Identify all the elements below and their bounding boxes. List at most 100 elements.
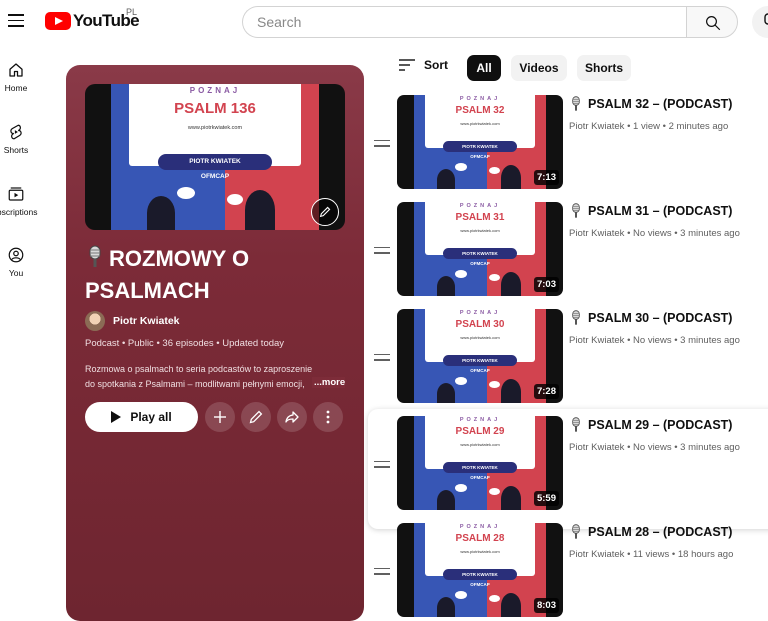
play-icon [111,411,122,423]
video-duration: 8:03 [533,598,559,613]
playlist-title-text: ROZMOWY O PSALMACH [85,246,250,303]
drag-handle-icon[interactable] [374,247,390,255]
thumb-pill: PIOTR KWIATEK [443,569,517,580]
edit-thumbnail-button[interactable] [311,198,339,226]
video-row[interactable]: POZNAJ PSALM 31 www.piotrkwiatek.com PIO… [368,202,768,306]
more-vert-icon [326,410,330,424]
thumb-psalm: PSALM 31 [455,212,505,223]
home-icon [9,63,23,77]
video-row[interactable]: POZNAJ PSALM 32 www.piotrkwiatek.com PIO… [368,95,768,199]
owner-name: Piotr Kwiatek [113,315,180,327]
video-title-text: PSALM 28 – (PODCAST) [588,525,733,539]
video-row[interactable]: POZNAJ PSALM 29 www.piotrkwiatek.com PIO… [368,409,768,529]
thumb-poznaj: POZNAJ [189,86,241,95]
video-title[interactable]: PSALM 30 – (PODCAST) [569,310,732,326]
video-meta: Piotr Kwiatek • 1 view • 2 minutes ago [569,121,729,132]
voice-search-button[interactable] [752,6,768,38]
top-bar: YouTube PL Search [0,0,768,44]
sort-button[interactable]: Sort [398,58,448,72]
video-title[interactable]: PSALM 31 – (PODCAST) [569,203,732,219]
search-input[interactable]: Search [242,6,687,38]
rail-item-subscriptions[interactable]: Subscriptions [0,185,44,217]
thumb-url: www.piotrkwiatek.com [460,228,500,233]
thumb-psalm: PSALM 32 [455,105,505,116]
rail-item-home[interactable]: Home [0,61,32,93]
video-duration: 7:28 [533,384,559,399]
rail-item-you[interactable]: You [0,246,32,278]
youtube-logo[interactable]: YouTube PL [45,7,140,31]
thumb-ofm: OFMCAP [470,475,490,480]
playlist-thumbnail[interactable]: POZNAJ PSALM 136 www.piotrkwiatek.com PI… [85,84,345,230]
drag-handle-icon[interactable] [374,568,390,576]
thumb-poznaj: POZNAJ [459,203,501,209]
video-meta: Piotr Kwiatek • No views • 3 minutes ago [569,228,740,239]
thumb-url: www.piotrkwiatek.com [460,335,500,340]
thumb-url: www.piotrkwiatek.com [460,121,500,126]
youtube-play-icon [45,12,71,30]
sort-icon [399,59,415,71]
thumb-poznaj: POZNAJ [459,417,501,423]
thumb-pill: PIOTR KWIATEK [443,248,517,259]
playlist-owner[interactable]: Piotr Kwiatek [85,311,180,331]
thumb-pill: PIOTR KWIATEK [443,355,517,366]
play-all-button[interactable]: Play all [85,402,198,432]
chip-videos[interactable]: Videos [511,55,567,81]
thumb-poznaj: POZNAJ [459,524,501,530]
video-row[interactable]: POZNAJ PSALM 30 www.piotrkwiatek.com PIO… [368,309,768,413]
menu-icon[interactable] [6,10,26,30]
thumb-poznaj: POZNAJ [459,96,501,102]
video-duration: 7:03 [533,277,559,292]
drag-handle-icon[interactable] [374,354,390,362]
video-meta: Piotr Kwiatek • No views • 3 minutes ago [569,442,740,453]
video-thumbnail[interactable]: POZNAJ PSALM 29 www.piotrkwiatek.com PIO… [397,416,563,510]
rail-label-you: You [8,268,24,278]
thumb-psalm: PSALM 29 [455,426,505,437]
edit-button[interactable] [241,402,271,432]
drag-handle-icon[interactable] [374,461,390,469]
search-button[interactable] [686,6,738,38]
thumb-ofm: OFMCAP [200,173,230,180]
video-thumbnail[interactable]: POZNAJ PSALM 31 www.piotrkwiatek.com PIO… [397,202,563,296]
video-thumbnail[interactable]: POZNAJ PSALM 28 www.piotrkwiatek.com PIO… [397,523,563,617]
video-title-text: PSALM 29 – (PODCAST) [588,418,733,432]
thumb-url: www.piotrkwiatek.com [187,125,243,131]
video-thumbnail[interactable]: POZNAJ PSALM 32 www.piotrkwiatek.com PIO… [397,95,563,189]
search-icon [706,16,721,31]
video-title-text: PSALM 30 – (PODCAST) [588,311,733,325]
playlist-header-panel: POZNAJ PSALM 136 www.piotrkwiatek.com PI… [66,65,364,621]
rail-label-home: Home [4,83,28,93]
playlist-title: ROZMOWY O PSALMACH [85,243,345,307]
add-button[interactable] [205,402,235,432]
video-title[interactable]: PSALM 32 – (PODCAST) [569,96,732,112]
chip-all[interactable]: All [467,55,501,81]
video-thumbnail[interactable]: POZNAJ PSALM 30 www.piotrkwiatek.com PIO… [397,309,563,403]
video-meta: Piotr Kwiatek • 11 views • 18 hours ago [569,549,734,560]
thumb-url: www.piotrkwiatek.com [460,442,500,447]
video-meta: Piotr Kwiatek • No views • 3 minutes ago [569,335,740,346]
thumb-pill: PIOTR KWIATEK [443,141,517,152]
share-button[interactable] [277,402,307,432]
sort-label: Sort [424,58,448,72]
thumb-ofm: OFMCAP [470,261,490,266]
subscriptions-icon [8,187,24,201]
more-options-button[interactable] [313,402,343,432]
thumb-ofm: OFMCAP [470,368,490,373]
video-duration: 5:59 [533,491,559,506]
chip-shorts[interactable]: Shorts [577,55,631,81]
video-duration: 7:13 [533,170,559,185]
description-line-2: do spotkania z Psalmami – modlitwami peł… [85,379,305,389]
avatar [85,311,105,331]
microphone-emoji-icon [572,310,580,325]
rail-item-shorts[interactable]: Shorts [0,123,32,155]
thumb-pill: PIOTR KWIATEK [157,154,273,170]
thumb-psalm: PSALM 28 [455,533,505,544]
thumb-pill: PIOTR KWIATEK [443,462,517,473]
video-title[interactable]: PSALM 29 – (PODCAST) [569,417,732,433]
video-row[interactable]: POZNAJ PSALM 28 www.piotrkwiatek.com PIO… [368,523,768,621]
thumb-ofm: OFMCAP [470,154,490,159]
pencil-icon [249,410,263,424]
drag-handle-icon[interactable] [374,140,390,148]
microphone-emoji-icon [572,203,580,218]
video-title[interactable]: PSALM 28 – (PODCAST) [569,524,732,540]
more-link[interactable]: ...more [312,377,346,388]
